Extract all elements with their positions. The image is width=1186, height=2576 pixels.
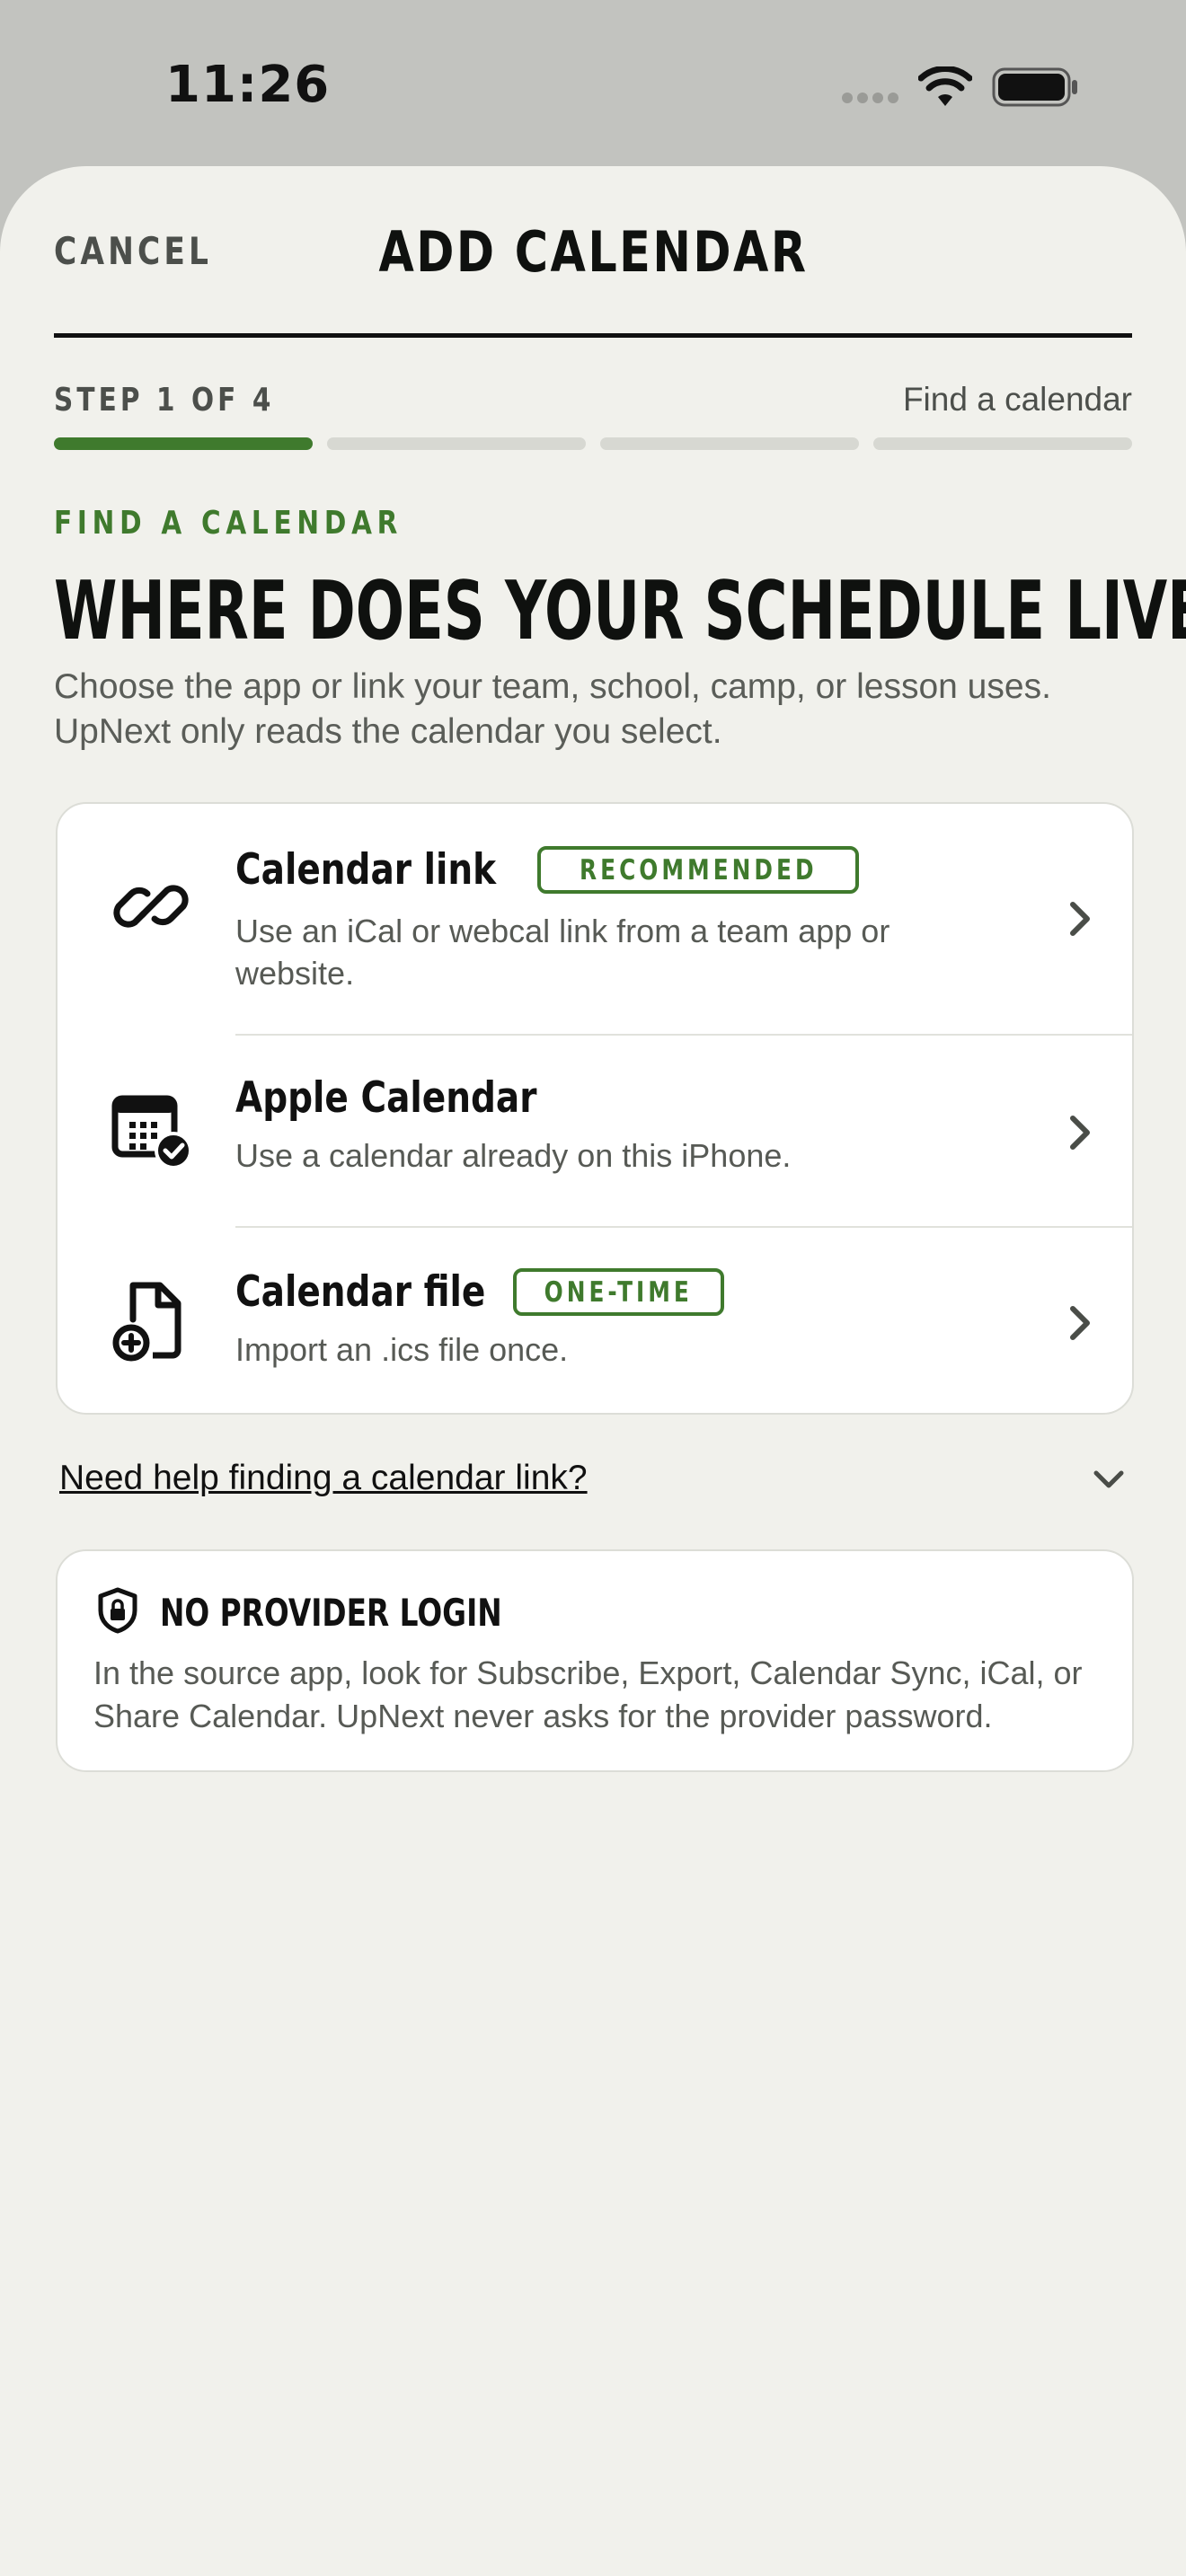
note-body: In the source app, look for Subscribe, E… (93, 1654, 1083, 1734)
badge-label: RECOMMENDED (579, 854, 818, 887)
headline: WHERE DOES YOUR SCHEDULE LIVE? (54, 564, 1186, 658)
battery-icon (992, 67, 1077, 107)
status-bar: 11:26 (0, 0, 1186, 166)
privacy-note-card: NO PROVIDER LOGIN In the source app, loo… (56, 1549, 1134, 1772)
progress-segment-3 (600, 437, 859, 450)
option-calendar-link[interactable]: Calendar link RECOMMENDED Use an iCal or… (58, 804, 1132, 1034)
status-time: 11:26 (165, 56, 331, 114)
title-divider (54, 333, 1132, 338)
progress-segment-2 (327, 437, 586, 450)
progress-segment-4 (873, 437, 1132, 450)
link-icon (113, 885, 189, 928)
option-title: Calendar link (235, 845, 497, 895)
shield-lock-icon (98, 1587, 137, 1634)
option-apple-calendar[interactable]: Apple Calendar Use a calendar already on… (58, 1036, 1132, 1226)
file-add-icon (112, 1282, 181, 1362)
chevron-down-icon[interactable] (1089, 1464, 1128, 1496)
calendar-source-list: Calendar link RECOMMENDED Use an iCal or… (56, 802, 1134, 1415)
recommended-badge: RECOMMENDED (536, 846, 860, 894)
intro-text: Choose the app or link your team, school… (54, 667, 1051, 751)
one-time-badge: ONE-TIME (513, 1268, 724, 1316)
wifi-icon (918, 66, 972, 106)
signal-dots-icon (842, 93, 898, 103)
option-description: Import an .ics file once. (235, 1331, 569, 1368)
help-link[interactable]: Need help finding a calendar link? (59, 1459, 588, 1498)
chevron-right-icon (1070, 1116, 1090, 1150)
option-title: Apple Calendar (235, 1073, 537, 1123)
option-title: Calendar file (235, 1267, 486, 1317)
progress-segment-1 (54, 437, 313, 450)
step-progress-bar (54, 437, 1132, 452)
calendar-check-icon (111, 1095, 192, 1169)
chevron-right-icon (1070, 902, 1090, 936)
step-name: Find a calendar (902, 381, 1132, 418)
option-description: Use an iCal or webcal link from a team a… (235, 913, 890, 992)
step-label: STEP 1 OF 4 (54, 382, 275, 419)
chevron-right-icon (1070, 1306, 1090, 1340)
option-calendar-file[interactable]: Calendar file ONE-TIME Import an .ics fi… (58, 1228, 1132, 1413)
note-title: NO PROVIDER LOGIN (160, 1591, 502, 1635)
page-title-text: ADD CALENDAR (377, 219, 808, 285)
option-description: Use a calendar already on this iPhone. (235, 1137, 792, 1174)
section-eyebrow: FIND A CALENDAR (54, 505, 403, 542)
badge-label: ONE-TIME (544, 1276, 694, 1309)
page-title: ADD CALENDAR (0, 219, 1186, 285)
